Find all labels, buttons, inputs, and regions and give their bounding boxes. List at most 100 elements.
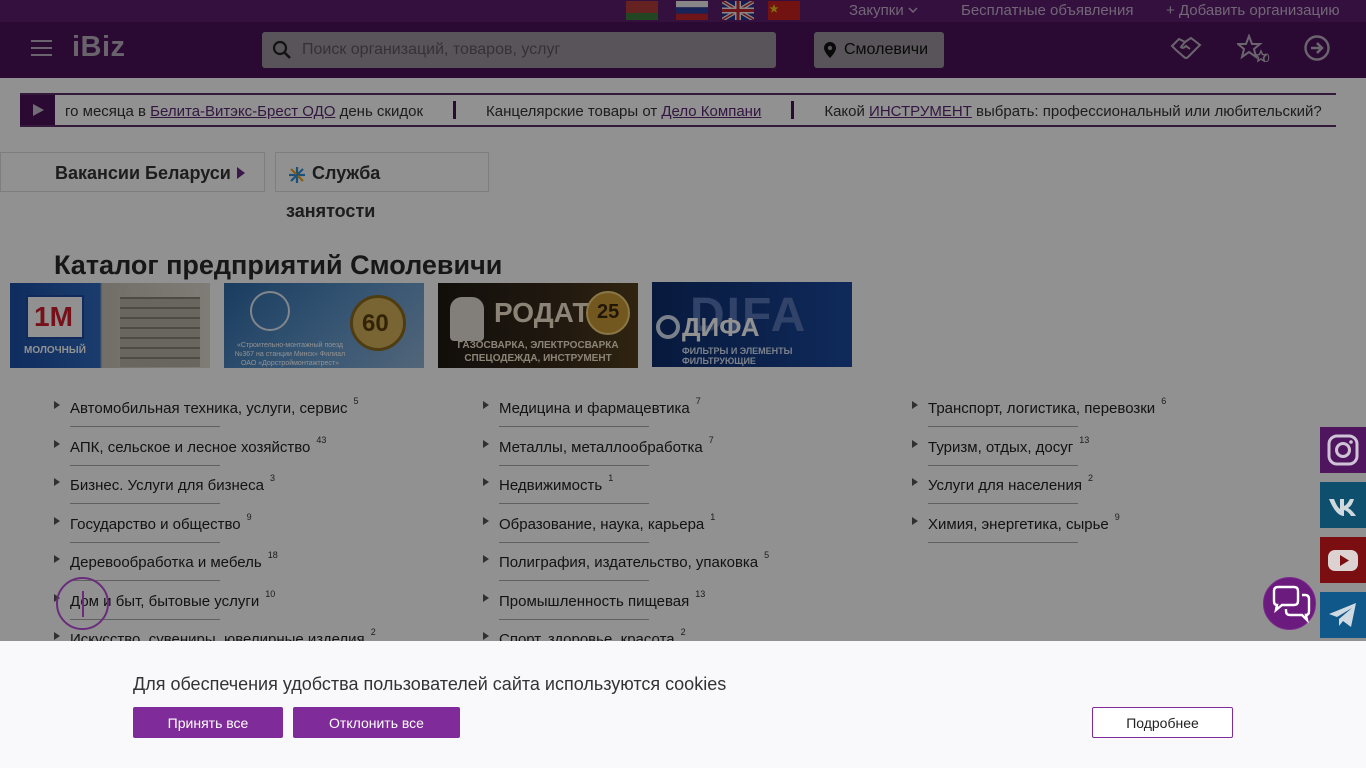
scroll-to-top-button[interactable] — [56, 577, 109, 630]
molochny-logo: 1М — [26, 295, 84, 339]
category-name[interactable]: Промышленность пищевая 13 — [499, 589, 705, 610]
anniversary-badge: 60 — [350, 295, 406, 351]
category-column-3: Транспорт, логистика, перевозки 6 Туризм,… — [912, 392, 1312, 546]
uk-flag-icon[interactable] — [722, 1, 754, 20]
telegram-button[interactable] — [1320, 592, 1366, 638]
divider — [499, 580, 649, 581]
divider — [928, 426, 1078, 427]
ticker-play-button[interactable] — [20, 95, 55, 125]
category-name[interactable]: Полиграфия, издательство, упаковка 5 — [499, 550, 769, 571]
top-strip: Закупки Бесплатные объявления + Добавить… — [0, 0, 1366, 22]
category-item[interactable]: Туризм, отдых, досуг 13 — [912, 431, 1312, 470]
category-item[interactable]: Образование, наука, карьера 1 — [483, 508, 883, 547]
ticker-link[interactable]: ИНСТРУМЕНТ — [869, 103, 972, 120]
category-item[interactable]: Транспорт, логистика, перевозки 6 — [912, 392, 1312, 431]
category-name[interactable]: Деревообработка и мебель 18 — [70, 550, 278, 571]
bullet-icon — [483, 516, 489, 525]
accept-all-button[interactable]: Принять все — [133, 707, 283, 738]
employment-service-label-wrap[interactable]: занятости — [286, 201, 375, 222]
category-item[interactable]: Металлы, металлообработка 7 — [483, 431, 883, 470]
login-icon[interactable] — [1303, 34, 1331, 62]
category-name[interactable]: Бизнес. Услуги для бизнеса 3 — [70, 473, 275, 494]
category-item[interactable]: Услуги для населения 2 — [912, 469, 1312, 508]
category-name[interactable]: Автомобильная техника, услуги, сервис 5 — [70, 396, 359, 417]
ticker-link[interactable]: Белита-Витэкс-Брест ОДО — [150, 103, 335, 120]
category-item[interactable]: Полиграфия, издательство, упаковка 5 — [483, 546, 883, 585]
category-column-1: Автомобильная техника, услуги, сервис 5 А… — [54, 392, 454, 662]
chat-button[interactable] — [1263, 577, 1316, 630]
banner-rodat[interactable]: РОДАТ 25 ГАЗОСВАРКА, ЭЛЕКТРОСВАРКА СПЕЦОД… — [438, 283, 638, 368]
category-item[interactable]: Бизнес. Услуги для бизнеса 3 — [54, 469, 454, 508]
anniversary-number: 60 — [362, 310, 389, 337]
category-item[interactable]: Недвижимость 1 — [483, 469, 883, 508]
russia-flag-icon[interactable] — [676, 1, 708, 20]
vk-button[interactable] — [1320, 482, 1366, 528]
bullet-icon — [54, 516, 60, 525]
free-ads-link[interactable]: Бесплатные объявления — [961, 2, 1133, 19]
category-name[interactable]: Химия, энергетика, сырье 9 — [928, 512, 1120, 533]
belarus-flag-icon[interactable] — [626, 1, 658, 20]
category-label: Недвижимость — [499, 477, 603, 494]
city-selector[interactable]: Смолевичи — [814, 32, 944, 68]
category-name[interactable]: Государство и общество 9 — [70, 512, 252, 533]
bullet-icon — [483, 555, 489, 563]
vacancies-label: Вакансии Беларуси — [55, 163, 231, 183]
menu-icon[interactable] — [31, 40, 52, 56]
category-item[interactable]: Химия, энергетика, сырье 9 — [912, 508, 1312, 547]
employment-service-icon — [289, 167, 305, 183]
category-item[interactable]: Промышленность пищевая 13 — [483, 585, 883, 624]
category-item[interactable]: Государство и общество 9 — [54, 508, 454, 547]
category-name[interactable]: Образование, наука, карьера 1 — [499, 512, 715, 533]
youtube-button[interactable] — [1320, 537, 1366, 583]
add-organization-link[interactable]: + Добавить организацию — [1166, 2, 1340, 19]
category-label: Медицина и фармацевтика — [499, 400, 690, 417]
bullet-icon — [912, 439, 918, 448]
category-item[interactable]: Медицина и фармацевтика 7 — [483, 392, 883, 431]
category-name[interactable]: Туризм, отдых, досуг 13 — [928, 435, 1089, 456]
bullet-icon — [483, 632, 489, 640]
chevron-down-icon — [908, 7, 918, 14]
banner-smp-367[interactable]: 60 «Строительно-монтажный поезд №367 на … — [224, 283, 424, 368]
category-item[interactable]: Автомобильная техника, услуги, сервис 5 — [54, 392, 454, 431]
ticker-link[interactable]: Дело Компани — [661, 103, 761, 120]
banner-caption: МОЛОЧНЫЙ — [24, 345, 86, 356]
category-name[interactable]: АПК, сельское и лесное хозяйство 43 — [70, 435, 326, 456]
location-pin-icon — [824, 42, 836, 58]
category-count: 3 — [269, 473, 275, 483]
category-name[interactable]: Металлы, металлообработка 7 — [499, 435, 714, 456]
banner-caption: ГАЗОСВАРКА, ЭЛЕКТРОСВАРКА СПЕЦОДЕЖДА, ИНС… — [438, 339, 638, 365]
youtube-icon — [1328, 550, 1358, 571]
emblem-icon — [250, 291, 290, 331]
bullet-icon — [483, 439, 489, 448]
vacancies-button[interactable]: Вакансии Беларуси — [0, 152, 265, 192]
category-item[interactable]: Дом и быт, бытовые услуги 10 — [54, 585, 454, 624]
add-organization-label: Добавить организацию — [1178, 2, 1340, 19]
search-input[interactable] — [302, 32, 762, 68]
search-icon[interactable] — [272, 40, 292, 60]
employment-service-button[interactable]: Служба — [275, 152, 489, 192]
purchases-menu[interactable]: Закупки — [849, 2, 918, 19]
gear-icon — [656, 315, 680, 339]
divider — [499, 618, 649, 620]
category-item[interactable]: АПК, сельское и лесное хозяйство 43 — [54, 431, 454, 470]
instagram-button[interactable] — [1320, 427, 1366, 473]
reject-all-button[interactable]: Отклонить все — [293, 707, 460, 738]
category-name[interactable]: Недвижимость 1 — [499, 473, 613, 494]
category-name[interactable]: Транспорт, логистика, перевозки 6 — [928, 396, 1166, 417]
banner-difa[interactable]: DIFA ДИФА ФИЛЬТРЫ И ЭЛЕМЕНТЫ ФИЛЬТРУЮЩИЕ — [652, 282, 852, 367]
site-logo[interactable]: iBiz — [72, 31, 126, 64]
banner-molochny[interactable]: 1М МОЛОЧНЫЙ — [10, 283, 210, 368]
category-count: 10 — [265, 588, 276, 599]
ticker-separator — [791, 101, 795, 119]
category-name[interactable]: Медицина и фармацевтика 7 — [499, 396, 701, 417]
category-item[interactable]: Деревообработка и мебель 18 — [54, 546, 454, 585]
handshake-icon[interactable] — [1170, 34, 1202, 64]
category-count: 13 — [695, 588, 706, 599]
banner-caption: «Строительно-монтажный поезд №367 на ста… — [234, 342, 346, 367]
category-count: 9 — [1114, 511, 1120, 522]
divider — [928, 503, 1078, 504]
category-name[interactable]: Услуги для населения 2 — [928, 473, 1093, 494]
china-flag-icon[interactable] — [768, 1, 800, 20]
ticker-item: Канцелярские товары от Дело Компани — [486, 103, 761, 120]
more-info-button[interactable]: Подробнее — [1092, 707, 1233, 738]
